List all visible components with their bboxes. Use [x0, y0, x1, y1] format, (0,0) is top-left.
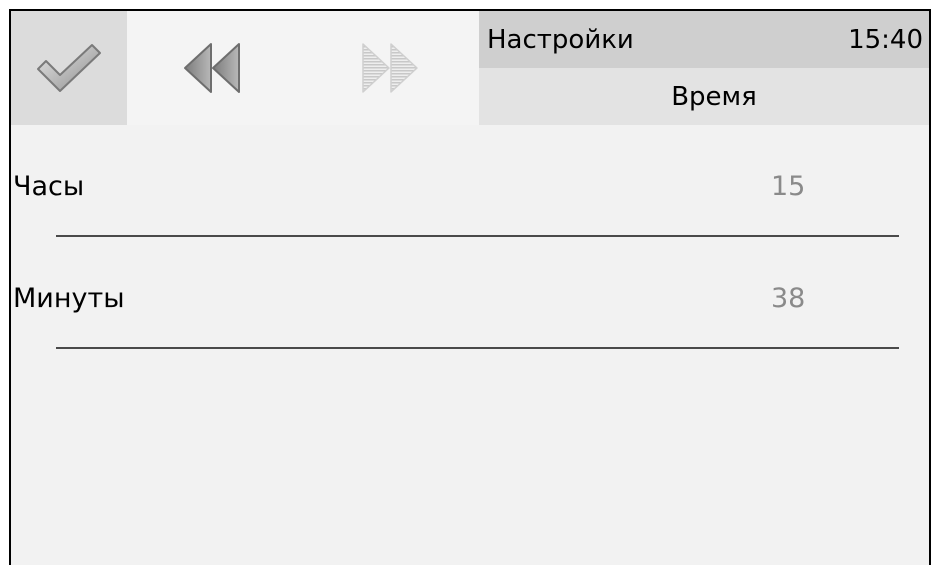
list-item-hours[interactable]: Часы 15 — [11, 125, 929, 237]
checkmark-icon — [37, 44, 101, 92]
settings-list: Часы 15 Минуты 38 — [11, 125, 929, 565]
header-title-bar: Настройки 15:40 — [479, 11, 929, 68]
page-title: Настройки — [487, 25, 634, 55]
hours-label: Часы — [13, 171, 85, 202]
list-item-minutes[interactable]: Минуты 38 — [11, 237, 929, 349]
confirm-button[interactable] — [11, 11, 127, 125]
minutes-value[interactable]: 38 — [771, 283, 805, 314]
double-left-arrow-icon — [184, 43, 240, 93]
header-info: Настройки 15:40 Время — [479, 11, 929, 125]
page-subtitle: Время — [671, 82, 757, 112]
minutes-label: Минуты — [13, 283, 125, 314]
forward-button[interactable] — [301, 11, 479, 125]
settings-window: Настройки 15:40 Время Часы 15 Минуты 38 — [9, 9, 931, 565]
header-subtitle-bar: Время — [479, 68, 929, 125]
back-button[interactable] — [127, 11, 301, 125]
divider — [56, 347, 899, 349]
toolbar: Настройки 15:40 Время — [11, 11, 929, 125]
hours-value[interactable]: 15 — [771, 171, 805, 202]
clock: 15:40 — [848, 25, 923, 55]
double-right-arrow-icon — [362, 43, 418, 93]
